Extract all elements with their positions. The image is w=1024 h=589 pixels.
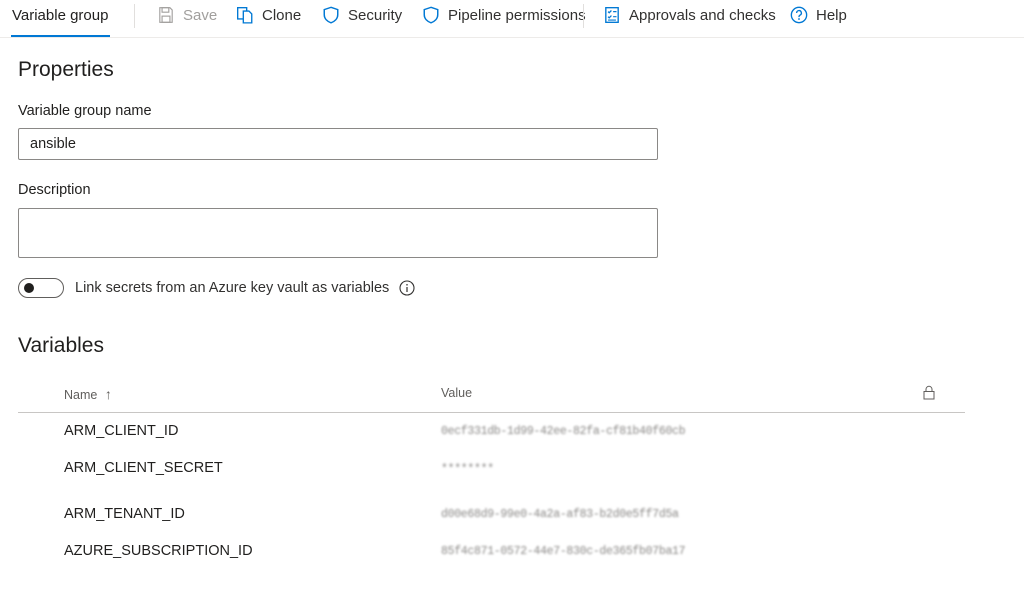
- name-column-label: Name: [64, 388, 98, 402]
- variable-value: ********: [441, 463, 494, 476]
- shield-icon: [423, 6, 439, 24]
- pipeline-permissions-button[interactable]: Pipeline permissions: [422, 0, 586, 30]
- sort-ascending-icon: ↑: [104, 386, 112, 402]
- variable-group-name-input[interactable]: ansible: [18, 128, 658, 160]
- save-button-label: Save: [183, 6, 218, 24]
- toolbar: Variable group Save Clone Security Pipel…: [0, 0, 1024, 38]
- approvals-checks-button[interactable]: Approvals and checks: [603, 0, 776, 30]
- pipeline-permissions-label: Pipeline permissions: [448, 6, 586, 24]
- help-icon: [790, 6, 808, 24]
- tab-variable-group[interactable]: Variable group: [12, 0, 108, 30]
- save-button[interactable]: Save: [157, 0, 217, 30]
- variable-name: ARM_CLIENT_ID: [64, 423, 179, 439]
- shield-icon: [323, 6, 339, 24]
- variables-heading: Variables: [18, 334, 104, 357]
- link-secrets-label: Link secrets from an Azure key vault as …: [75, 280, 390, 296]
- info-icon[interactable]: [399, 280, 415, 296]
- variable-group-name-label: Variable group name: [18, 103, 152, 119]
- approvals-checks-label: Approvals and checks: [629, 6, 776, 24]
- save-icon: [159, 7, 173, 23]
- variable-name: AZURE_SUBSCRIPTION_ID: [64, 543, 253, 559]
- active-tab-indicator: [11, 35, 110, 37]
- properties-heading: Properties: [18, 58, 114, 81]
- toggle-knob: [24, 283, 34, 293]
- toolbar-divider: [583, 4, 584, 28]
- variable-value: 85f4c871-0572-44e7-830c-de365fb07ba17: [441, 545, 686, 558]
- description-textarea[interactable]: [18, 208, 658, 258]
- description-label: Description: [18, 182, 91, 198]
- tab-variable-group-label: Variable group: [12, 6, 109, 24]
- clone-button-label: Clone: [262, 6, 302, 24]
- variable-name: ARM_CLIENT_SECRET: [64, 460, 223, 476]
- help-button[interactable]: Help: [790, 0, 847, 30]
- value-column-header: Value: [441, 386, 473, 400]
- variable-value: d00e68d9-99e0-4a2a-af83-b2d0e5ff7d5a: [441, 508, 679, 521]
- lock-icon: [923, 385, 935, 400]
- name-column-header[interactable]: Name ↑: [64, 386, 112, 402]
- clone-icon: [237, 7, 253, 24]
- toolbar-divider: [134, 4, 135, 28]
- variable-group-name-value: ansible: [30, 136, 76, 152]
- table-header-divider: [18, 412, 965, 413]
- variable-name: ARM_TENANT_ID: [64, 506, 185, 522]
- checklist-icon: [605, 7, 619, 23]
- security-button-label: Security: [348, 6, 403, 24]
- link-secrets-toggle[interactable]: [18, 278, 64, 298]
- clone-button[interactable]: Clone: [236, 0, 301, 30]
- help-button-label: Help: [816, 6, 847, 24]
- security-button[interactable]: Security: [322, 0, 402, 30]
- variable-value: 0ecf331db-1d99-42ee-82fa-cf81b40f60cb: [441, 425, 686, 438]
